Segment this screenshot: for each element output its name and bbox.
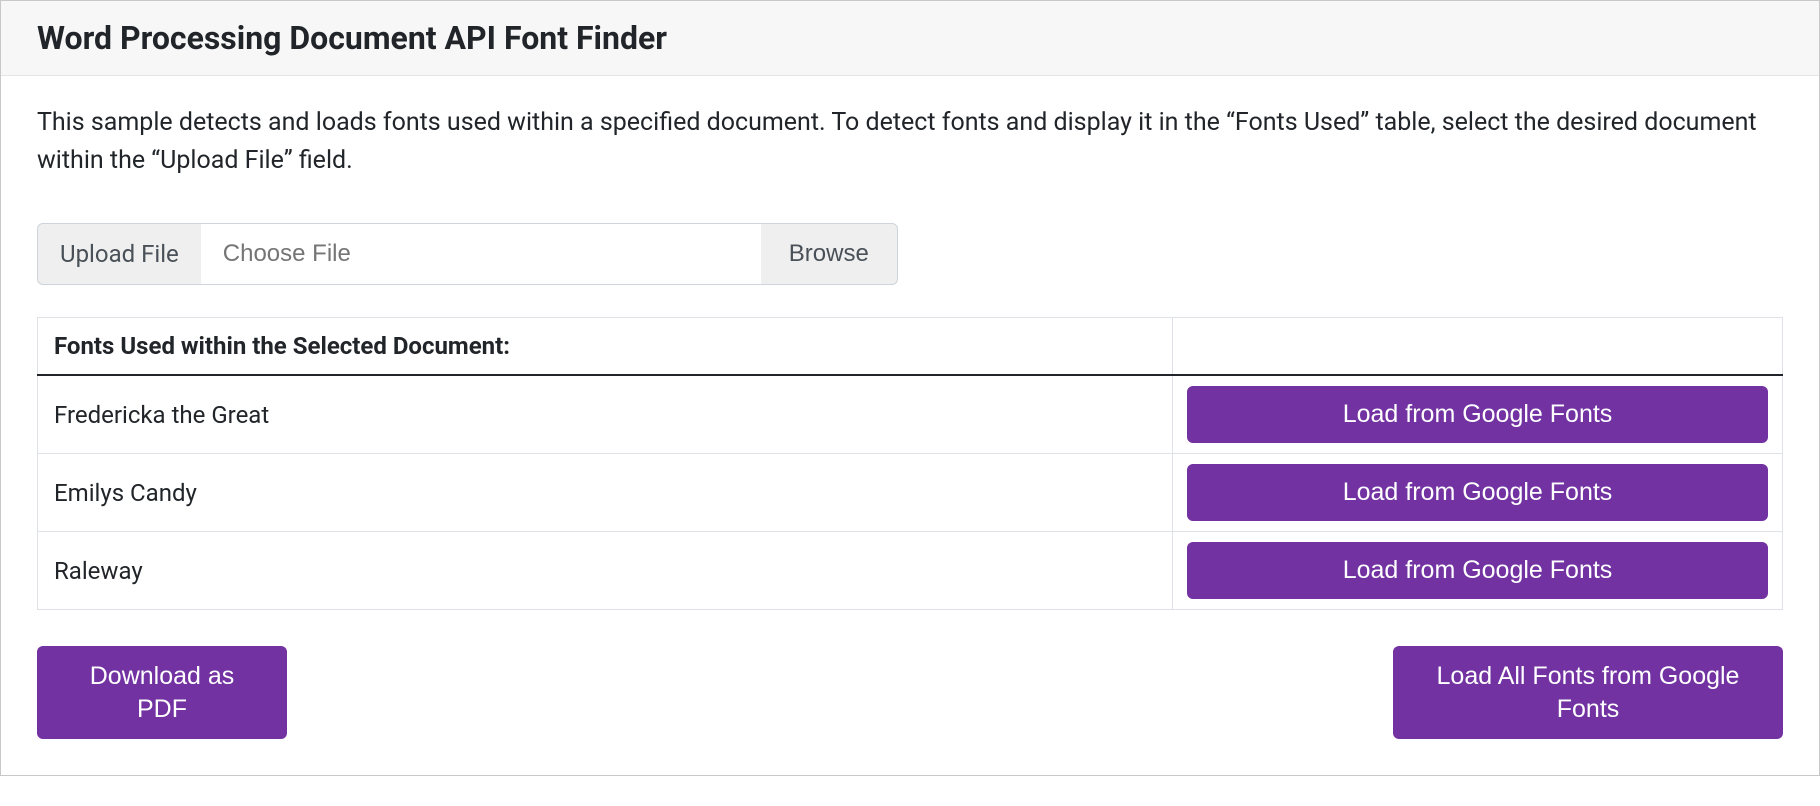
download-pdf-button[interactable]: Download as PDF — [37, 646, 287, 739]
load-font-button[interactable]: Load from Google Fonts — [1187, 542, 1768, 599]
browse-button[interactable]: Browse — [761, 223, 898, 285]
upload-file-input[interactable] — [201, 223, 761, 285]
page-title: Word Processing Document API Font Finder — [37, 19, 1783, 57]
font-action-cell: Load from Google Fonts — [1173, 454, 1783, 532]
load-all-fonts-button[interactable]: Load All Fonts from Google Fonts — [1393, 646, 1783, 739]
font-action-cell: Load from Google Fonts — [1173, 532, 1783, 610]
load-font-button[interactable]: Load from Google Fonts — [1187, 386, 1768, 443]
upload-file-label: Upload File — [37, 223, 201, 285]
font-name-cell: Raleway — [38, 532, 1173, 610]
upload-file-group: Upload File Browse — [37, 223, 1783, 285]
description-text: This sample detects and loads fonts used… — [37, 104, 1783, 179]
font-name-cell: Fredericka the Great — [38, 375, 1173, 454]
table-row: Raleway Load from Google Fonts — [38, 532, 1783, 610]
table-header-action — [1173, 318, 1783, 376]
font-name-cell: Emilys Candy — [38, 454, 1173, 532]
table-header-row: Fonts Used within the Selected Document: — [38, 318, 1783, 376]
footer-actions: Download as PDF Load All Fonts from Goog… — [37, 646, 1783, 739]
font-action-cell: Load from Google Fonts — [1173, 375, 1783, 454]
header: Word Processing Document API Font Finder — [1, 1, 1819, 76]
app-frame: Word Processing Document API Font Finder… — [0, 0, 1820, 776]
table-row: Emilys Candy Load from Google Fonts — [38, 454, 1783, 532]
fonts-table: Fonts Used within the Selected Document:… — [37, 317, 1783, 610]
table-row: Fredericka the Great Load from Google Fo… — [38, 375, 1783, 454]
load-font-button[interactable]: Load from Google Fonts — [1187, 464, 1768, 521]
content-area: This sample detects and loads fonts used… — [1, 76, 1819, 775]
table-header-fontname: Fonts Used within the Selected Document: — [38, 318, 1173, 376]
